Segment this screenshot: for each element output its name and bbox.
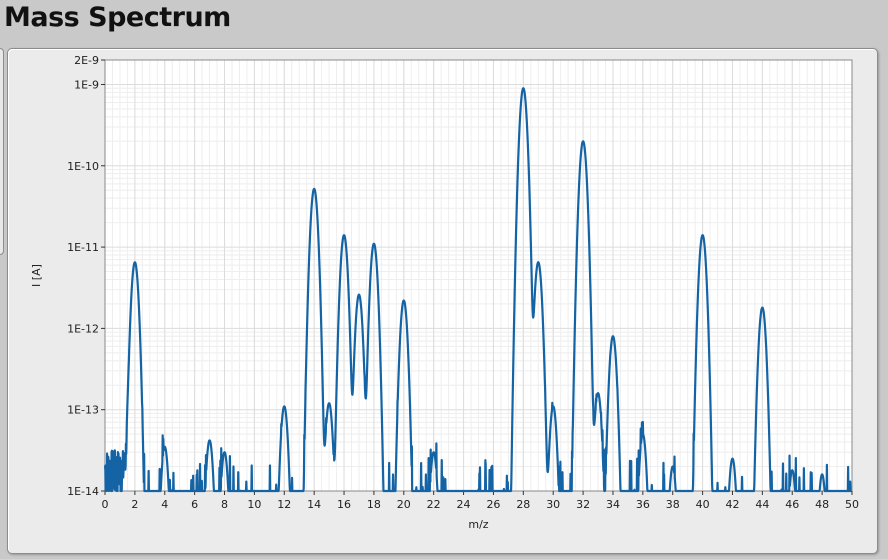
minor-grid (104, 60, 853, 491)
x-tick-label: 6 (191, 498, 198, 511)
x-tick-label: 12 (277, 498, 291, 511)
mass-spectrum-chart: 0 2 4 6 8 10 12 14 16 18 20 22 24 26 28 30 32 34 36 38 40 42 4… (30, 54, 859, 531)
x-tick-label: 10 (247, 498, 261, 511)
y-tick-label: 2E-9 (74, 54, 99, 67)
chart-panel: 0 2 4 6 8 10 12 14 16 18 20 22 24 26 28 30 32 34 36 38 40 42 4… (7, 48, 878, 554)
x-tick-label: 34 (606, 498, 620, 511)
y-tick-label: 1E-14 (67, 485, 99, 498)
x-tick-label: 36 (636, 498, 650, 511)
x-tick-label: 22 (427, 498, 441, 511)
y-tick-label: 1E-11 (67, 241, 99, 254)
x-tick-label: 0 (102, 498, 109, 511)
x-tick-label: 44 (755, 498, 769, 511)
x-tick-label: 28 (516, 498, 530, 511)
y-axis-label: I [A] (30, 264, 43, 287)
y-tick-label: 1E-13 (67, 404, 99, 417)
x-tick-label: 32 (576, 498, 590, 511)
x-tick-label: 14 (307, 498, 321, 511)
side-panel-edge (0, 48, 4, 255)
x-tick-label: 40 (696, 498, 710, 511)
x-tick-label: 4 (161, 498, 168, 511)
x-tick-label: 2 (131, 498, 138, 511)
x-tick-label: 8 (221, 498, 228, 511)
x-tick-label: 46 (785, 498, 799, 511)
y-tick-label: 1E-12 (67, 322, 99, 335)
x-tick-label: 20 (397, 498, 411, 511)
y-tick-label: 1E-9 (74, 78, 99, 91)
x-axis-label: m/z (468, 518, 488, 531)
x-tick-label: 50 (845, 498, 859, 511)
y-tick-label: 1E-10 (67, 160, 99, 173)
x-tick-label: 18 (367, 498, 381, 511)
x-tick-label: 30 (546, 498, 560, 511)
x-tick-label: 48 (815, 498, 829, 511)
page-title: Mass Spectrum (4, 2, 231, 33)
x-tick-label: 38 (666, 498, 680, 511)
x-tick-label: 16 (337, 498, 351, 511)
x-tick-label: 42 (725, 498, 739, 511)
x-tick-label: 26 (486, 498, 500, 511)
x-tick-label: 24 (457, 498, 471, 511)
